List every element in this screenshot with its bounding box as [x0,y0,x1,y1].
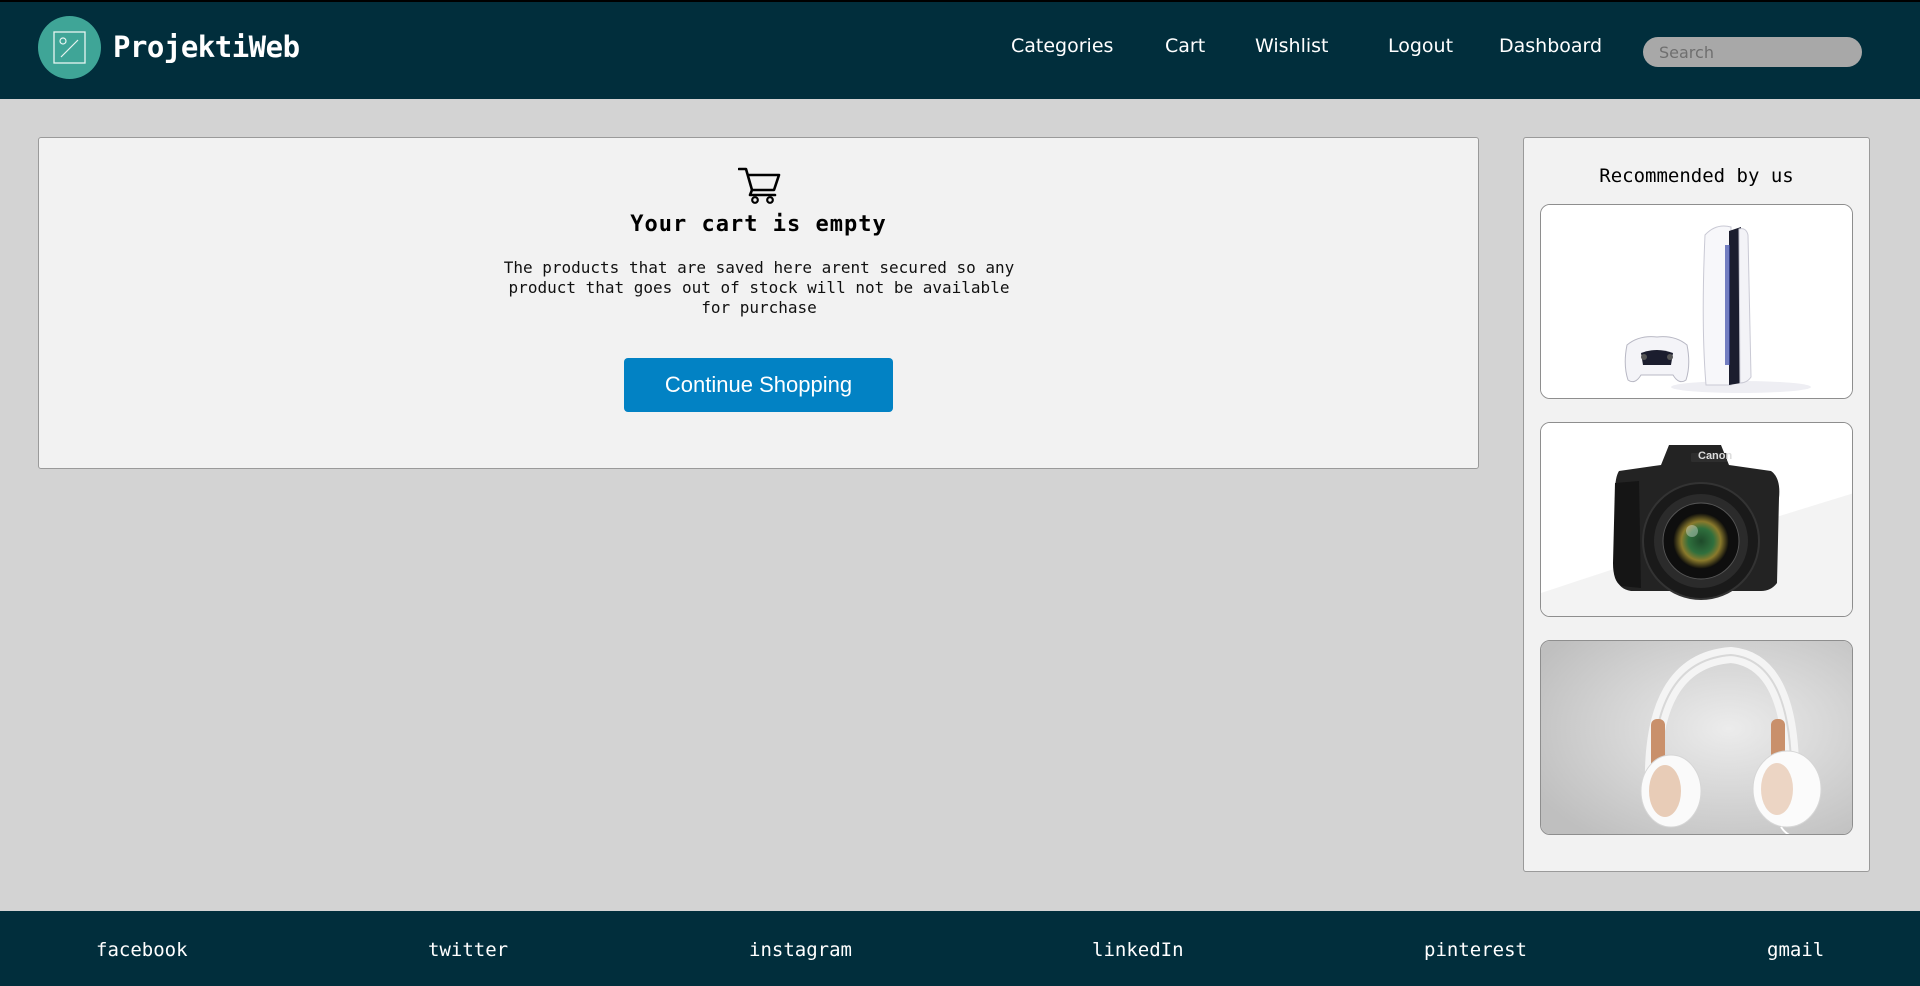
continue-shopping-button[interactable]: Continue Shopping [624,358,893,412]
footer-link-gmail[interactable]: gmail [1767,939,1824,961]
footer-link-linkedin[interactable]: linkedIn [1092,939,1184,961]
footer-link-facebook[interactable]: facebook [96,939,188,961]
headphones-image [1541,641,1852,834]
dslr-camera-image: Canon [1541,423,1852,616]
cart-icon [738,167,781,204]
svg-text:Canon: Canon [1698,450,1733,462]
recommended-item-headphones[interactable] [1540,640,1853,835]
image-icon [53,31,86,64]
top-navbar: ProjektiWeb Categories Cart Wishlist Log… [0,0,1920,99]
nav-logout[interactable]: Logout [1388,35,1453,57]
footer-link-pinterest[interactable]: pinterest [1424,939,1527,961]
recommended-item-camera[interactable]: Canon [1540,422,1853,617]
nav-categories[interactable]: Categories [1011,35,1113,57]
nav-dashboard[interactable]: Dashboard [1499,35,1602,57]
footer-link-twitter[interactable]: twitter [428,939,508,961]
footer: facebook twitter instagram linkedIn pint… [0,911,1920,986]
footer-link-instagram[interactable]: instagram [749,939,852,961]
nav-wishlist[interactable]: Wishlist [1255,35,1329,57]
empty-cart-title: Your cart is empty [630,212,887,237]
nav-cart[interactable]: Cart [1165,35,1205,57]
empty-cart-panel: Your cart is empty The products that are… [38,137,1479,469]
brand-name[interactable]: ProjektiWeb [113,30,300,64]
logo[interactable] [38,16,101,79]
game-console-image [1541,205,1852,398]
search-input[interactable] [1643,37,1862,67]
empty-cart-description: The products that are saved here arent s… [503,258,1015,317]
recommended-panel: Recommended by us Canon [1523,137,1870,872]
recommended-item-console[interactable] [1540,204,1853,399]
recommended-title: Recommended by us [1599,165,1794,187]
